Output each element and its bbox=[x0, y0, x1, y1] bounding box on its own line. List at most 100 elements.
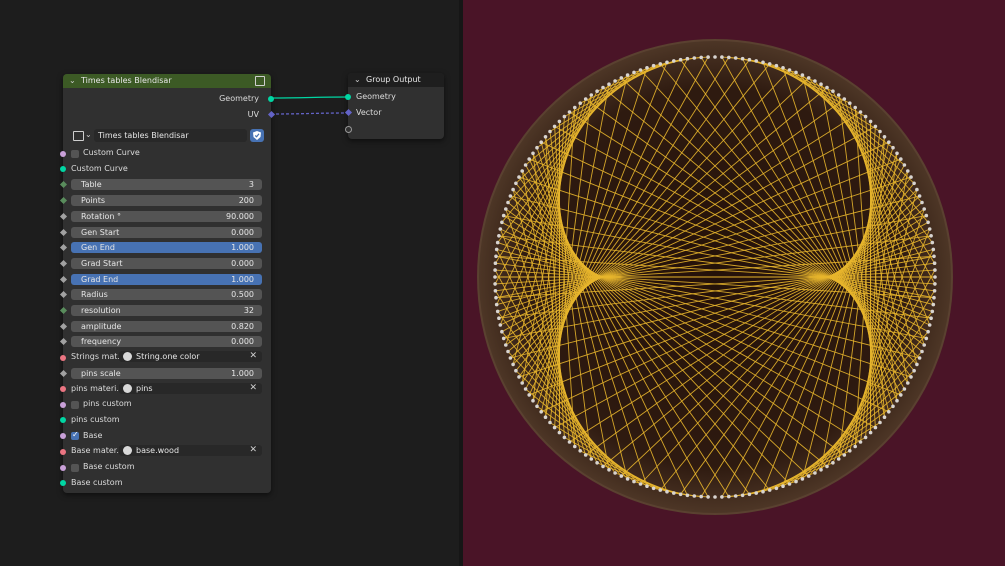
base-checkbox[interactable]: ✓ bbox=[71, 430, 79, 441]
group-selector[interactable]: ⌄ Times tables Blendisar bbox=[71, 129, 264, 142]
pin bbox=[567, 440, 572, 444]
pin bbox=[495, 240, 500, 245]
pin bbox=[853, 105, 857, 110]
node-editor[interactable]: ⌄ Times tables Blendisar Geometry UV ⌄ Ti… bbox=[0, 0, 459, 566]
amplitude-slider[interactable]: amplitude 0.820 bbox=[71, 320, 262, 332]
input-pins-materi-socket[interactable] bbox=[60, 386, 66, 392]
fake-user-shield-icon[interactable] bbox=[250, 129, 264, 142]
pin bbox=[573, 105, 577, 110]
input-base-socket[interactable] bbox=[60, 433, 66, 440]
clear-x-icon[interactable]: ✕ bbox=[249, 445, 257, 455]
3d-viewport[interactable] bbox=[463, 0, 1005, 566]
pin bbox=[494, 254, 498, 259]
chevron-down-icon[interactable]: ⌄ bbox=[354, 75, 361, 84]
grad-end-slider[interactable]: Grad End 1.000 bbox=[71, 273, 262, 285]
pin bbox=[552, 425, 557, 430]
base-mater-label: Base mater... bbox=[71, 446, 124, 456]
pin bbox=[806, 76, 811, 80]
slider-value: 1.000 bbox=[231, 274, 254, 284]
pin bbox=[917, 356, 922, 360]
group-name: Times tables Blendisar bbox=[98, 131, 189, 140]
pin bbox=[927, 323, 932, 327]
string-art-render bbox=[463, 0, 1005, 566]
pin bbox=[497, 316, 501, 321]
base-mater-material-field[interactable]: base.wood ✕ bbox=[119, 445, 262, 457]
radius-slider[interactable]: Radius 0.500 bbox=[71, 289, 262, 301]
slider-label: Table bbox=[81, 180, 102, 190]
pin bbox=[595, 461, 599, 465]
geometry-link[interactable] bbox=[270, 96, 349, 99]
input-custom-curve-socket[interactable] bbox=[60, 150, 66, 157]
input-pins-custom-socket[interactable] bbox=[60, 417, 66, 424]
input-gen-start-socket[interactable] bbox=[59, 228, 68, 236]
pin bbox=[658, 488, 663, 492]
resolution-slider[interactable]: resolution 32 bbox=[71, 305, 262, 316]
gen-start-slider[interactable]: Gen Start 0.000 bbox=[71, 226, 262, 238]
node-header[interactable]: ⌄ Group Output bbox=[348, 73, 444, 87]
pin bbox=[767, 488, 772, 492]
group-output-node[interactable]: ⌄ Group Output Geometry Vector bbox=[344, 73, 444, 139]
node-title: Times tables Blendisar bbox=[81, 76, 172, 85]
slider-value: 32 bbox=[243, 306, 254, 315]
pin bbox=[692, 494, 697, 498]
output-geometry-socket[interactable] bbox=[268, 96, 274, 102]
pins-scale-slider[interactable]: pins scale 1.000 bbox=[71, 367, 262, 379]
pin bbox=[539, 140, 543, 144]
pin bbox=[920, 349, 924, 354]
table-slider[interactable]: Table 3 bbox=[71, 179, 262, 191]
pin bbox=[685, 56, 690, 61]
pin bbox=[548, 129, 552, 134]
pin bbox=[933, 268, 937, 272]
pin bbox=[831, 461, 835, 465]
input-base-mater-socket[interactable] bbox=[60, 448, 66, 455]
grad-start-slider[interactable]: Grad Start 0.000 bbox=[71, 257, 262, 269]
rotation-slider[interactable]: Rotation ° 90.000 bbox=[71, 210, 262, 222]
pin bbox=[672, 59, 676, 63]
pin bbox=[508, 194, 513, 198]
group-name-field[interactable]: Times tables Blendisar bbox=[94, 129, 247, 142]
pin bbox=[794, 479, 798, 484]
chevron-down-icon[interactable]: ⌄ bbox=[69, 76, 76, 85]
gen-end-slider[interactable]: Gen End 1.000 bbox=[71, 242, 262, 254]
pin bbox=[527, 157, 531, 161]
slider-value: 1.000 bbox=[231, 243, 254, 253]
input-base-custom-socket[interactable] bbox=[60, 464, 66, 471]
times-tables-node[interactable]: ⌄ Times tables Blendisar Geometry UV ⌄ Ti… bbox=[59, 74, 276, 493]
pin bbox=[607, 82, 611, 86]
clear-x-icon[interactable]: ✕ bbox=[249, 383, 257, 393]
input-pins-custom-socket[interactable] bbox=[60, 401, 66, 408]
output-geometry-label: Geometry bbox=[219, 94, 259, 103]
pin bbox=[552, 124, 557, 129]
input-vector-label: Vector bbox=[356, 108, 382, 117]
input-strings-mat-socket[interactable] bbox=[60, 354, 66, 361]
frequency-slider[interactable]: frequency 0.000 bbox=[71, 336, 262, 348]
pins-custom-checkbox[interactable] bbox=[71, 400, 79, 409]
pin bbox=[651, 486, 656, 491]
node-header[interactable]: ⌄ Times tables Blendisar bbox=[63, 74, 271, 88]
input-geometry-socket[interactable] bbox=[345, 94, 351, 100]
pin bbox=[930, 240, 935, 245]
pins-materi-material-field[interactable]: pins ✕ bbox=[119, 382, 262, 394]
pin bbox=[607, 468, 611, 472]
pin bbox=[836, 457, 841, 461]
pin bbox=[498, 227, 503, 231]
custom-curve-checkbox[interactable] bbox=[71, 149, 79, 158]
input-base-custom-socket[interactable] bbox=[60, 480, 66, 487]
strings-mat-material-field[interactable]: String.one color ✕ bbox=[119, 351, 262, 363]
input-custom-curve-socket[interactable] bbox=[60, 166, 66, 173]
chevron-down-icon: ⌄ bbox=[85, 130, 92, 139]
node-group-icon[interactable] bbox=[73, 131, 84, 141]
pin bbox=[562, 435, 567, 440]
clear-x-icon[interactable]: ✕ bbox=[249, 351, 257, 361]
empty-input-socket[interactable] bbox=[345, 126, 352, 133]
pin bbox=[578, 101, 582, 105]
pin bbox=[863, 114, 868, 119]
uv-link[interactable] bbox=[270, 112, 349, 115]
base-custom-checkbox[interactable] bbox=[71, 463, 79, 472]
points-slider[interactable]: Points 200 bbox=[71, 195, 262, 207]
pin bbox=[500, 220, 504, 225]
pin bbox=[902, 387, 907, 391]
slider-value: 200 bbox=[238, 196, 254, 206]
slider-value: 0.000 bbox=[231, 258, 254, 268]
pin bbox=[651, 63, 656, 68]
